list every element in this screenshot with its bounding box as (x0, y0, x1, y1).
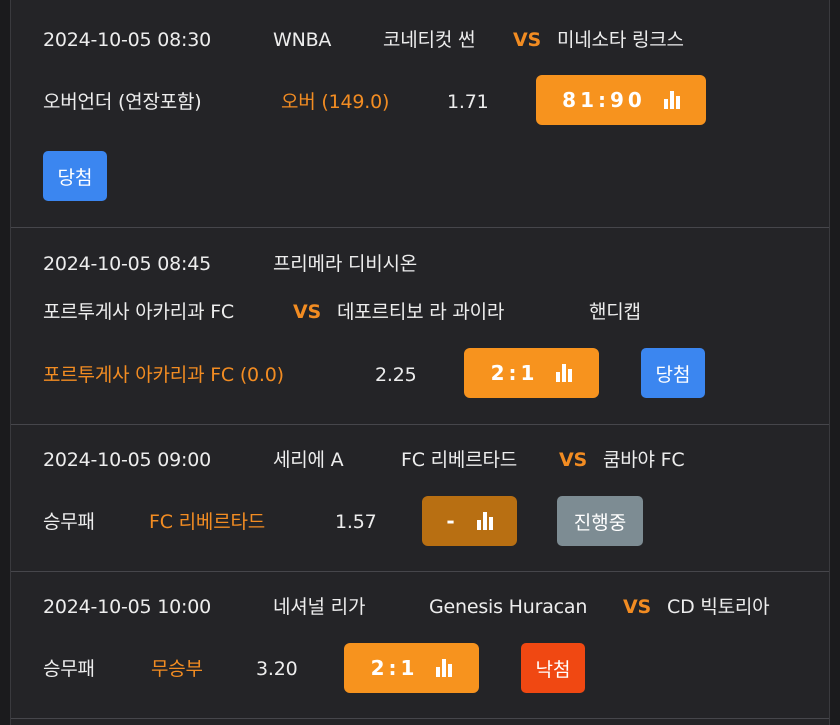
league-name: WNBA (273, 29, 332, 51)
score-button[interactable]: 2:1 (344, 643, 479, 693)
vs-label: VS (623, 596, 651, 618)
score-value: 2:1 (490, 361, 539, 385)
match-datetime: 2024-10-05 09:00 (43, 449, 212, 471)
bet-history-list: 2024-10-05 08:30 WNBA 코네티컷 썬 VS 미네소타 링크스… (10, 0, 830, 725)
match-datetime: 2024-10-05 08:30 (43, 29, 212, 51)
vs-label: VS (293, 301, 321, 323)
score-button[interactable]: 81:90 (536, 75, 706, 125)
vs-label: VS (559, 449, 587, 471)
bar-chart-icon (436, 659, 453, 677)
score-value: - (446, 509, 459, 533)
bet-card: 2024-10-05 08:45 프리메라 디비시온 포르투게사 아카리과 FC… (11, 227, 829, 425)
bet-pick: FC 리베르타드 (149, 511, 266, 533)
away-team: 쿰바야 FC (603, 449, 685, 471)
away-team: 미네소타 링크스 (557, 29, 684, 51)
bet-odds: 1.71 (447, 91, 489, 113)
bet-pick: 오버 (149.0) (281, 91, 390, 113)
bet-odds: 2.25 (375, 364, 417, 386)
home-team: Genesis Huracan (429, 596, 588, 618)
bet-card: 2024-10-05 09:00 세리에 A FC 리베르타드 VS 쿰바야 F… (11, 424, 829, 572)
bet-market: 오버언더 (연장포함) (43, 91, 202, 113)
bet-pick: 무승부 (151, 658, 203, 680)
status-badge: 낙첨 (521, 643, 585, 693)
league-name: 세리에 A (273, 449, 344, 471)
status-badge: 당첨 (641, 348, 705, 398)
match-datetime: 2024-10-05 08:45 (43, 253, 212, 275)
score-value: 81:90 (562, 88, 646, 112)
vs-label: VS (513, 29, 541, 51)
score-button[interactable]: - (422, 496, 517, 546)
bet-market: 승무패 (43, 658, 95, 680)
bet-odds: 1.57 (335, 511, 377, 533)
league-name: 네셔널 리가 (273, 596, 366, 618)
score-button[interactable]: 2:1 (464, 348, 599, 398)
home-team: FC 리베르타드 (401, 449, 518, 471)
bar-chart-icon (476, 512, 493, 530)
status-badge: 진행중 (557, 496, 643, 546)
status-badge: 당첨 (43, 151, 107, 201)
home-team: 포르투게사 아카리과 FC (43, 301, 234, 323)
bet-card: 2024-10-05 10:00 네셔널 리가 Genesis Huracan … (11, 571, 829, 719)
bet-odds: 3.20 (256, 658, 298, 680)
bet-market: 승무패 (43, 511, 95, 533)
bet-card: 2024-10-05 08:30 WNBA 코네티컷 썬 VS 미네소타 링크스… (11, 0, 829, 228)
away-team: CD 빅토리아 (667, 596, 770, 618)
home-team: 코네티컷 썬 (383, 29, 476, 51)
bet-market: 핸디캡 (589, 301, 641, 323)
match-datetime: 2024-10-05 10:00 (43, 596, 212, 618)
bet-pick: 포르투게사 아카리과 FC (0.0) (43, 364, 284, 386)
bar-chart-icon (663, 91, 680, 109)
away-team: 데포르티보 라 과이라 (337, 301, 505, 323)
bar-chart-icon (556, 364, 573, 382)
score-value: 2:1 (370, 656, 419, 680)
league-name: 프리메라 디비시온 (273, 253, 418, 275)
